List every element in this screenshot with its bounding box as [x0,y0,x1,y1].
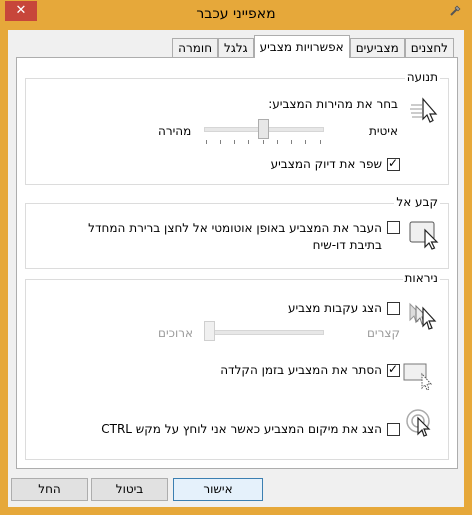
precision-label: שפר את דיוק המצביע [270,157,382,171]
snap-group: קבע אל העבר את המצביע באופן אוטומטי אל ל… [25,195,449,269]
speed-tick [206,140,207,144]
tab-strip: לחצנים מצביעים אפשרויות מצביע גלגל חומרה [172,35,454,58]
snap-label: העבר את המצביע באופן אוטומטי אל לחצן ברי… [88,221,382,252]
slow-label: איטית [368,124,398,138]
long-label: ארוכים [158,326,194,340]
speed-tick [277,140,278,144]
trails-slider-track[interactable] [204,330,324,335]
dialog-client: לחצנים מצביעים אפשרויות מצביע גלגל חומרה… [8,30,464,507]
tab-pointers[interactable]: מצביעים [349,38,405,58]
title-bar: ✕ מאפייני עכבר [0,0,472,30]
speed-tick [220,140,221,144]
hide-while-typing-icon [403,363,433,391]
tab-wheel[interactable]: גלגל [218,38,254,58]
hide-checkbox[interactable] [387,362,400,377]
cancel-button[interactable]: ביטול [91,478,168,501]
speed-tick [248,140,249,144]
motion-legend: תנועה [404,70,440,84]
snap-to-icon [409,221,439,250]
mouse-app-icon [450,5,461,16]
snap-checkbox[interactable] [387,221,400,234]
tab-page-pointer-options: תנועה בחר את מהירות המצביע: איטית מהירה [16,57,458,469]
show-location-icon [406,409,431,437]
precision-checkbox[interactable] [387,156,400,171]
tab-pointer-options[interactable]: אפשרויות מצביע [253,35,350,58]
window-title: מאפייני עכבר [196,6,276,22]
snap-legend: קבע אל [394,195,440,209]
visibility-group: ניראות הצג עקבות מצביע קצרים ארוכים הסתר [25,271,449,460]
fast-label: מהירה [158,124,192,138]
ctrl-checkbox[interactable] [387,423,400,436]
pointer-trails-icon [409,302,437,330]
trails-label: הצג עקבות מצביע [287,301,382,315]
speed-tick [234,140,235,144]
speed-tick [263,140,264,144]
tab-buttons[interactable]: לחצנים [404,38,454,58]
visibility-legend: ניראות [402,271,440,285]
apply-button[interactable]: החל [11,478,88,501]
ok-button[interactable]: אישור [173,478,263,501]
speed-tick [305,140,306,144]
speed-label: בחר את מהירות המצביע: [268,97,398,111]
speed-tick [320,140,321,144]
mouse-properties-window: ✕ מאפייני עכבר לחצנים מצביעים אפשרויות מ… [0,0,472,515]
ctrl-label: הצג את מיקום המצביע כאשר אני לוחץ על מקש… [101,422,382,436]
short-label: קצרים [366,326,400,340]
tab-hardware[interactable]: חומרה [172,38,219,58]
speed-tick [291,140,292,144]
pointer-speed-icon [410,97,438,123]
trails-slider-thumb[interactable] [204,321,215,341]
trails-checkbox[interactable] [387,302,400,315]
speed-slider-thumb[interactable] [257,119,269,139]
motion-group: תנועה בחר את מהירות המצביע: איטית מהירה [25,70,449,185]
hide-label: הסתר את המצביע בזמן הקלדה [220,363,382,377]
